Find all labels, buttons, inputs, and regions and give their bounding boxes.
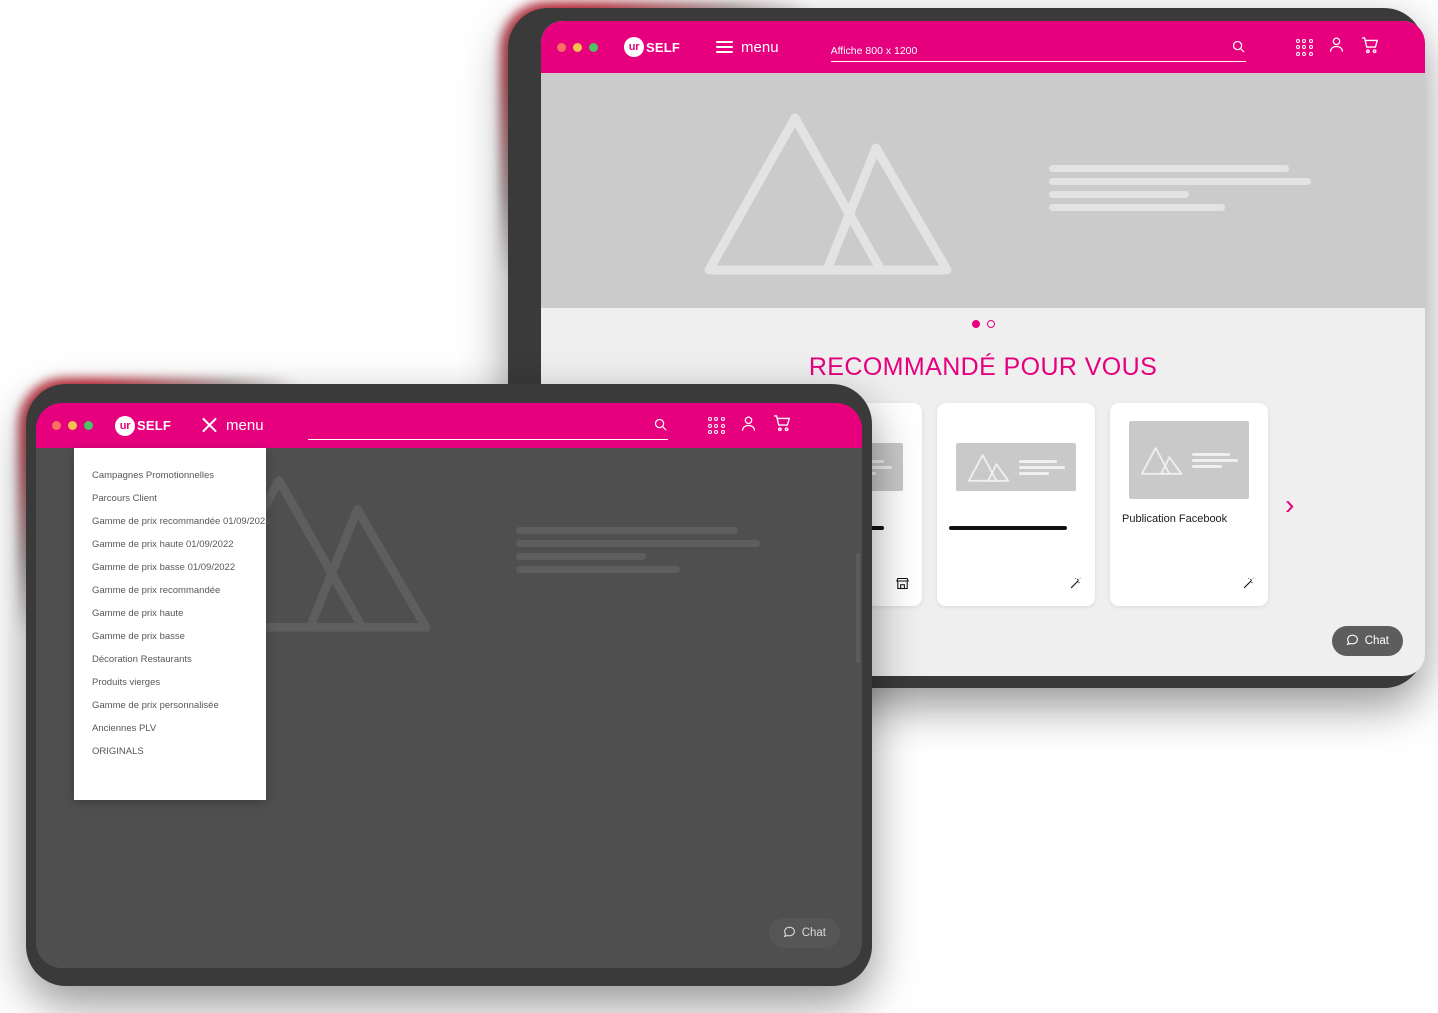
search-icon[interactable] xyxy=(1231,39,1246,61)
back-hero-banner xyxy=(541,73,1425,308)
logo-mark: ur xyxy=(624,37,644,57)
front-header-icons xyxy=(707,413,792,438)
menu-item-gamme-prix-recommandee-date[interactable]: Gamme de prix recommandée 01/09/2022 xyxy=(74,510,271,533)
carousel-next-arrow[interactable]: › xyxy=(1285,490,1294,519)
grid-icon[interactable] xyxy=(1295,38,1313,56)
store-icon[interactable] xyxy=(895,576,910,596)
hero-text-placeholder xyxy=(516,527,760,573)
speech-bubble-icon xyxy=(783,925,796,941)
minimize-window-dot[interactable] xyxy=(68,421,77,430)
recommendation-card[interactable]: Publication Facebook xyxy=(1110,403,1268,606)
back-carousel-pager[interactable] xyxy=(541,320,1425,328)
user-icon[interactable] xyxy=(1327,35,1346,59)
back-window-topbar: ur SELF menu Affiche 800 x 1200 xyxy=(541,21,1425,73)
search-icon[interactable] xyxy=(653,417,668,439)
logo-mark: ur xyxy=(115,415,135,436)
recommendation-card[interactable] xyxy=(937,403,1095,606)
back-brand-logo[interactable]: ur SELF xyxy=(624,37,680,57)
front-menu-label: menu xyxy=(226,417,264,434)
menu-item-gamme-prix-basse-date[interactable]: Gamme de prix basse 01/09/2022 xyxy=(74,556,266,579)
menu-item-decoration-restaurants[interactable]: Décoration Restaurants xyxy=(74,648,266,671)
menu-item-gamme-prix-haute[interactable]: Gamme de prix haute xyxy=(74,602,266,625)
front-dropdown-menu: Campagnes Promotionnelles Parcours Clien… xyxy=(74,448,271,800)
back-menu-button[interactable]: menu xyxy=(716,39,779,56)
menu-item-campagnes-promotionnelles[interactable]: Campagnes Promotionnelles xyxy=(74,464,266,487)
card-thumbnail xyxy=(1129,421,1249,499)
back-chat-button[interactable]: Chat xyxy=(1331,626,1403,656)
magic-wand-icon[interactable] xyxy=(1068,576,1083,596)
menu-item-produits-vierges[interactable]: Produits vierges xyxy=(74,671,266,694)
logo-wordmark: SELF xyxy=(646,39,681,55)
speech-bubble-icon xyxy=(1346,633,1359,649)
back-chat-label: Chat xyxy=(1364,635,1389,647)
card-thumbnail xyxy=(956,443,1076,491)
front-chat-button[interactable]: Chat xyxy=(768,918,840,948)
back-header-icons xyxy=(1295,35,1380,60)
menu-item-gamme-prix-haute-date[interactable]: Gamme de prix haute 01/09/2022 xyxy=(74,533,266,556)
front-menu-close-button[interactable]: menu xyxy=(201,417,264,434)
carousel-dot[interactable] xyxy=(986,320,995,328)
cart-icon[interactable] xyxy=(772,413,792,438)
menu-item-parcours-client[interactable]: Parcours Client xyxy=(74,487,266,510)
back-search-input[interactable]: Affiche 800 x 1200 xyxy=(831,45,1231,61)
front-traffic-lights[interactable] xyxy=(52,421,93,430)
back-section-title: RECOMMANDÉ POUR VOUS xyxy=(808,353,1158,381)
card-text-placeholder xyxy=(1019,459,1065,475)
card-text-placeholder xyxy=(1192,452,1238,468)
front-search-bar[interactable] xyxy=(307,412,668,440)
back-traffic-lights[interactable] xyxy=(557,42,598,52)
hero-text-placeholder xyxy=(1049,164,1311,211)
cart-icon[interactable] xyxy=(1360,35,1380,60)
screenshot-stage: ur SELF menu Affiche 800 x 1200 RECOMMAN… xyxy=(0,0,1438,1013)
close-icon xyxy=(201,417,218,434)
front-browser-window: ur SELF menu Campagnes Promotionnelles P… xyxy=(26,384,872,986)
front-brand-logo[interactable]: ur SELF xyxy=(115,415,172,436)
menu-item-gamme-prix-basse[interactable]: Gamme de prix basse xyxy=(74,625,266,648)
menu-item-anciennes-plv[interactable]: Anciennes PLV xyxy=(74,717,266,740)
back-menu-label: menu xyxy=(741,38,779,56)
logo-wordmark: SELF xyxy=(137,418,172,433)
hero-mountain-placeholder-icon xyxy=(699,102,957,280)
close-window-dot[interactable] xyxy=(52,421,61,430)
card-title: Publication Facebook xyxy=(1122,513,1228,525)
magic-wand-icon[interactable] xyxy=(1241,576,1256,596)
menu-item-originals[interactable]: ORIGINALS xyxy=(74,740,266,763)
menu-item-gamme-prix-personnalisee[interactable]: Gamme de prix personnalisée xyxy=(74,694,266,717)
close-window-dot[interactable] xyxy=(557,42,566,52)
card-title-bar xyxy=(949,526,1067,530)
user-icon[interactable] xyxy=(739,414,758,438)
front-chat-label: Chat xyxy=(801,927,826,939)
hamburger-icon xyxy=(716,41,734,53)
carousel-dot-active[interactable] xyxy=(971,320,980,328)
maximize-window-dot[interactable] xyxy=(84,421,93,430)
page-scrollbar[interactable] xyxy=(856,553,860,663)
menu-item-gamme-prix-recommandee[interactable]: Gamme de prix recommandée xyxy=(74,579,266,602)
front-search-input[interactable] xyxy=(308,435,653,439)
front-window-screen: ur SELF menu Campagnes Promotionnelles P… xyxy=(36,403,862,968)
grid-icon[interactable] xyxy=(707,417,725,434)
back-search-bar[interactable]: Affiche 800 x 1200 xyxy=(830,32,1246,62)
front-window-topbar: ur SELF menu xyxy=(36,403,862,448)
minimize-window-dot[interactable] xyxy=(573,42,582,52)
maximize-window-dot[interactable] xyxy=(589,42,598,52)
